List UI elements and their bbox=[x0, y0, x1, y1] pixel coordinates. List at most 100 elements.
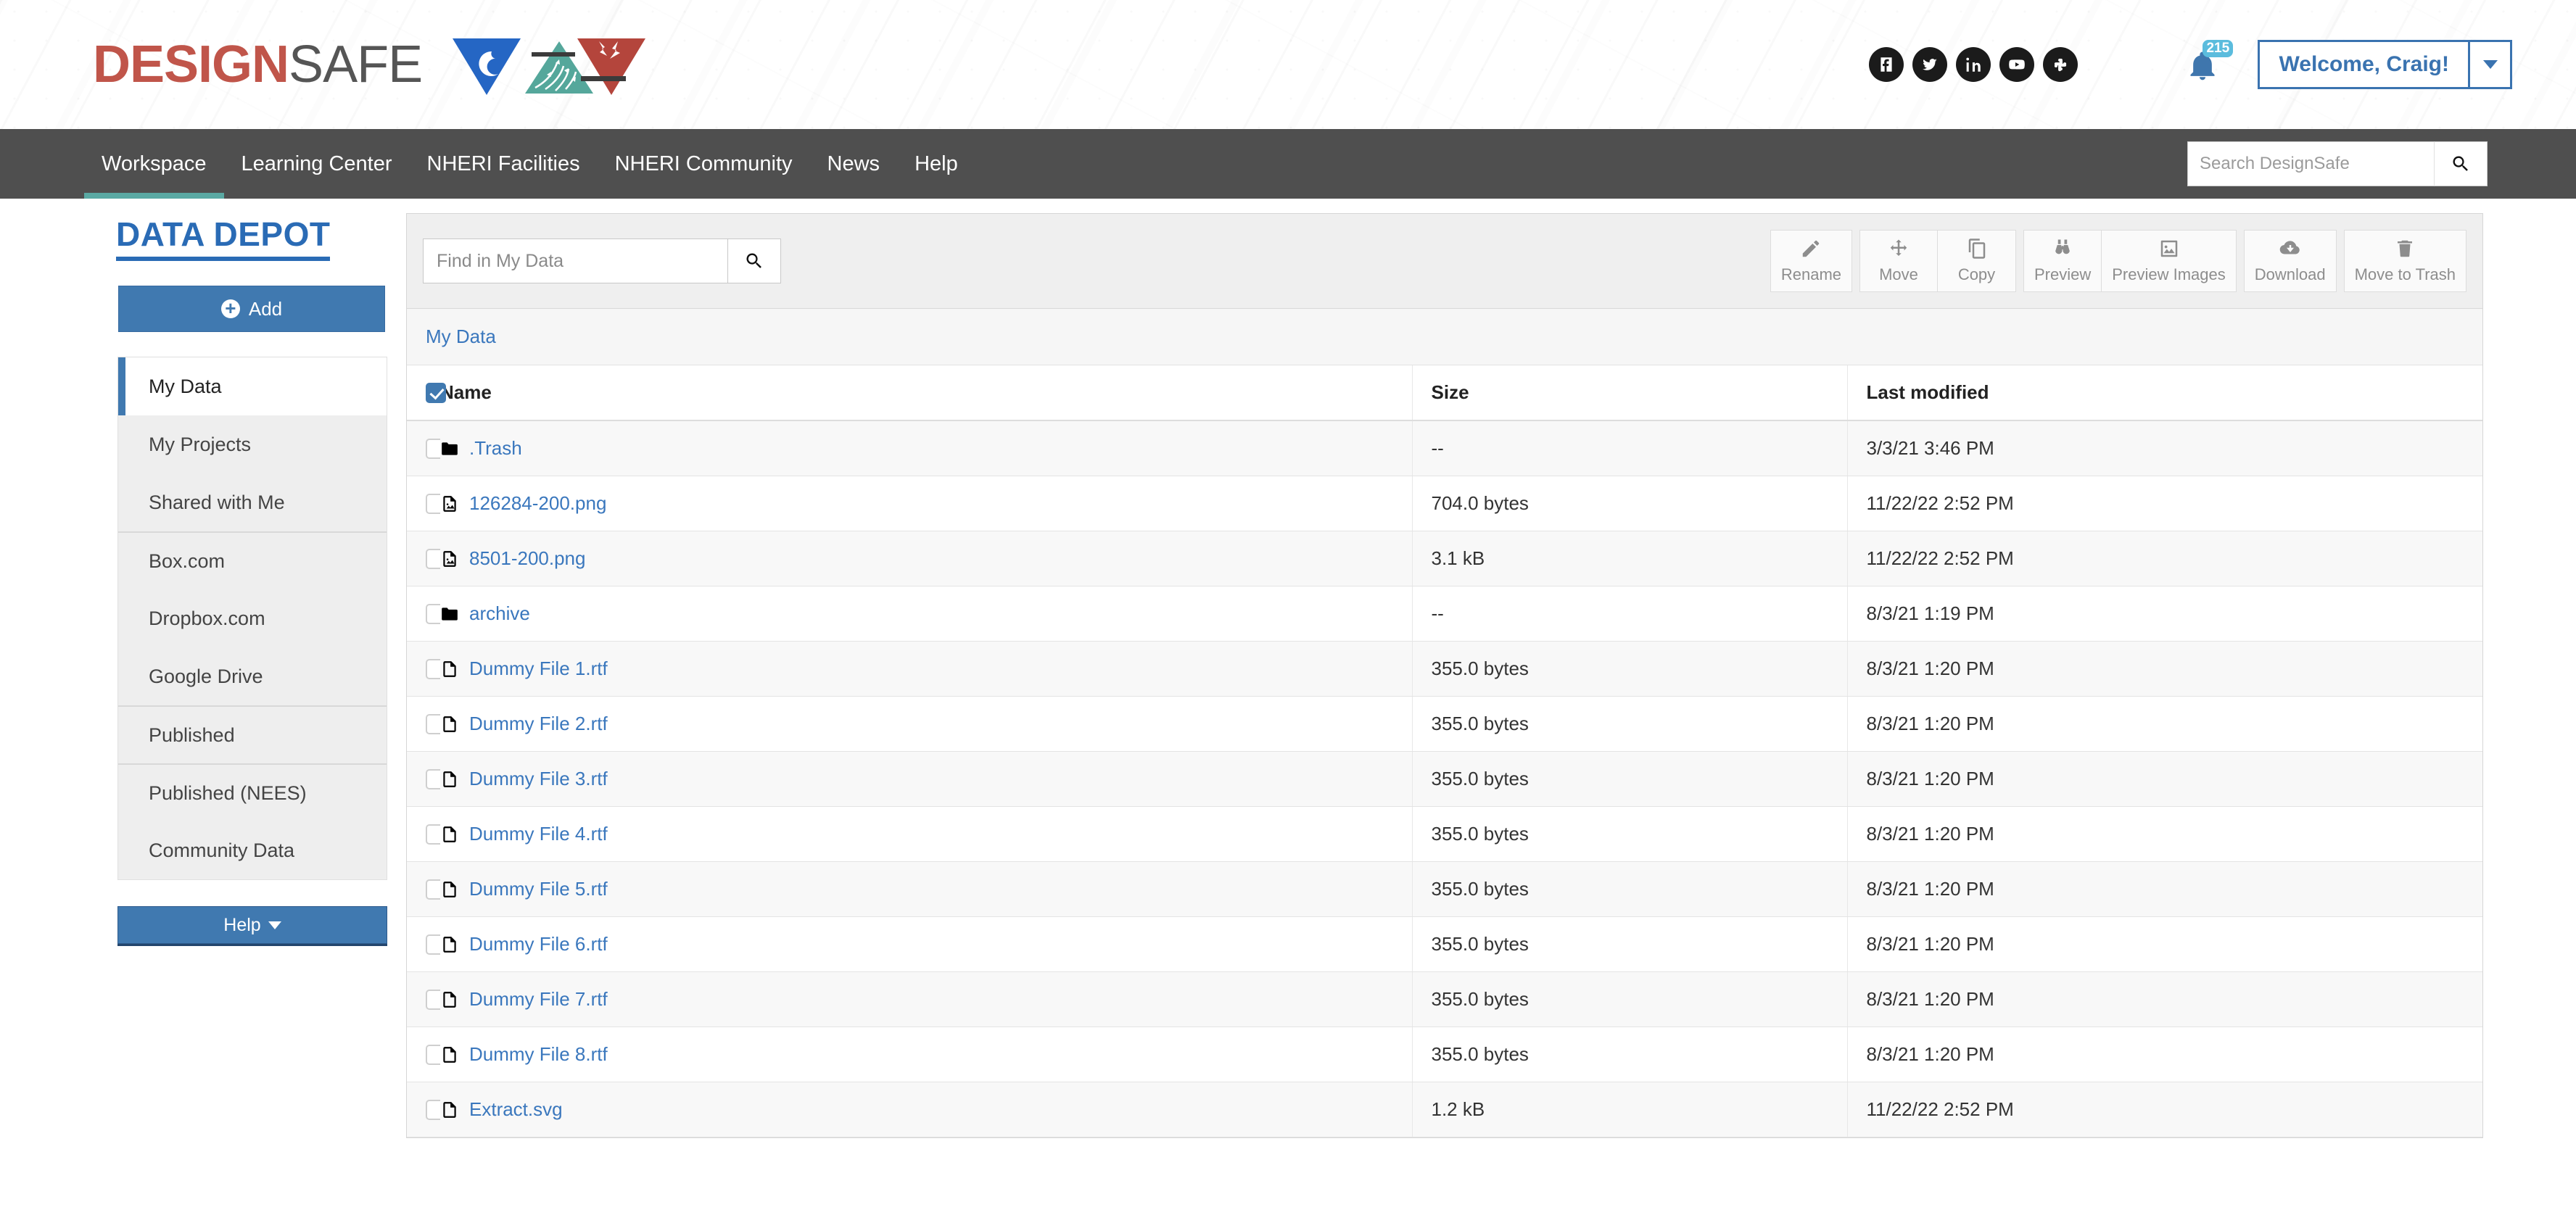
table-row[interactable]: .Trash -- 3/3/21 3:46 PM bbox=[407, 420, 2482, 476]
notifications-bell[interactable]: 215 bbox=[2187, 40, 2234, 85]
row-select-cell bbox=[407, 1027, 446, 1082]
column-header-size[interactable]: Size bbox=[1411, 365, 1847, 421]
add-button[interactable]: + Add bbox=[118, 286, 385, 332]
sidebar-item-label: Box.com bbox=[149, 550, 226, 572]
preview-button[interactable]: Preview bbox=[2023, 230, 2102, 292]
table-row[interactable]: archive -- 8/3/21 1:19 PM bbox=[407, 586, 2482, 642]
table-row[interactable]: Dummy File 8.rtf 355.0 bytes 8/3/21 1:20 P… bbox=[407, 1027, 2482, 1082]
file-name-link[interactable]: Dummy File 1.rtf bbox=[469, 658, 608, 680]
table-row[interactable]: Dummy File 1.rtf 355.0 bytes 8/3/21 1:20 P… bbox=[407, 641, 2482, 697]
nav-items: Workspace Learning Center NHERI Facilities… bbox=[84, 129, 975, 199]
cell-last-modified: 11/22/22 2:52 PM bbox=[1846, 531, 2482, 586]
cell-name: .Trash bbox=[440, 420, 1412, 476]
file-table: Name Size Last modified .Trash -- 3/3/21 3… bbox=[407, 365, 2482, 1137]
file-name-link[interactable]: archive bbox=[469, 602, 530, 625]
nav-item-news[interactable]: News bbox=[810, 129, 898, 199]
sidebar-item-label: Community Data bbox=[149, 839, 295, 861]
file-name-link[interactable]: 8501-200.png bbox=[469, 547, 585, 570]
logo-text-safe: SAFE bbox=[289, 36, 423, 94]
file-name-link[interactable]: Dummy File 5.rtf bbox=[469, 878, 608, 900]
row-select-cell bbox=[407, 531, 446, 586]
table-row[interactable]: Dummy File 7.rtf 355.0 bytes 8/3/21 1:20 P… bbox=[407, 971, 2482, 1027]
nav-item-nheri-facilities[interactable]: NHERI Facilities bbox=[410, 129, 598, 199]
pencil-icon bbox=[1800, 238, 1822, 260]
column-header-name[interactable]: Name bbox=[440, 365, 1412, 421]
row-select-cell bbox=[407, 1082, 446, 1137]
nav-item-help[interactable]: Help bbox=[897, 129, 975, 199]
table-row[interactable]: Dummy File 5.rtf 355.0 bytes 8/3/21 1:20 P… bbox=[407, 861, 2482, 917]
nav-item-learning-center[interactable]: Learning Center bbox=[224, 129, 410, 199]
download-button[interactable]: Download bbox=[2243, 230, 2337, 292]
file-name-link[interactable]: Dummy File 6.rtf bbox=[469, 933, 608, 955]
copy-files-icon bbox=[1966, 238, 1988, 260]
select-all-checkbox[interactable] bbox=[426, 382, 446, 403]
action-label: Preview Images bbox=[2112, 265, 2226, 283]
table-row[interactable]: Dummy File 3.rtf 355.0 bytes 8/3/21 1:20 P… bbox=[407, 751, 2482, 807]
linkedin-icon[interactable] bbox=[1956, 47, 1991, 82]
data-depot-sidebar: DATA DEPOT + Add My Data My Projects Share… bbox=[0, 199, 406, 1215]
table-row[interactable]: Dummy File 4.rtf 355.0 bytes 8/3/21 1:20 P… bbox=[407, 806, 2482, 862]
notification-count-badge: 215 bbox=[2203, 40, 2234, 57]
column-header-last-modified[interactable]: Last modified bbox=[1846, 365, 2482, 421]
sidebar-item-my-data[interactable]: My Data bbox=[118, 357, 387, 415]
slack-icon[interactable] bbox=[2043, 47, 2078, 82]
social-links bbox=[1869, 47, 2078, 82]
nav-item-workspace[interactable]: Workspace bbox=[84, 129, 224, 199]
cell-name: Dummy File 1.rtf bbox=[440, 641, 1412, 697]
row-select-cell bbox=[407, 420, 446, 476]
account-dropdown-toggle[interactable] bbox=[2468, 42, 2510, 87]
sidebar-item-published[interactable]: Published bbox=[118, 705, 387, 763]
sidebar-item-label: Published bbox=[149, 723, 235, 746]
move-button[interactable]: Move bbox=[1859, 230, 1938, 292]
designsafe-logo[interactable]: DESIGNSAFE bbox=[93, 31, 647, 98]
find-button[interactable] bbox=[727, 239, 781, 283]
table-row[interactable]: 8501-200.png 3.1 kB 11/22/22 2:52 PM bbox=[407, 531, 2482, 586]
site-search-input[interactable] bbox=[2187, 141, 2434, 186]
sidebar-item-dropbox-com[interactable]: Dropbox.com bbox=[118, 589, 387, 647]
rename-button[interactable]: Rename bbox=[1770, 230, 1852, 292]
sidebar-item-label: My Data bbox=[149, 375, 222, 397]
nheri-triangles-logo[interactable] bbox=[450, 31, 647, 98]
table-row[interactable]: 126284-200.png 704.0 bytes 11/22/22 2:52 P… bbox=[407, 476, 2482, 531]
file-name-link[interactable]: Dummy File 8.rtf bbox=[469, 1043, 608, 1066]
table-header-row: Name Size Last modified bbox=[407, 365, 2482, 421]
table-row[interactable]: Dummy File 2.rtf 355.0 bytes 8/3/21 1:20 P… bbox=[407, 696, 2482, 752]
preview-images-button[interactable]: Preview Images bbox=[2102, 230, 2237, 292]
brand-header: DESIGNSAFE 215 Welcome, Craig! bbox=[0, 0, 2576, 129]
file-name-link[interactable]: Dummy File 2.rtf bbox=[469, 713, 608, 735]
file-name-link[interactable]: Dummy File 3.rtf bbox=[469, 768, 608, 790]
sidebar-item-google-drive[interactable]: Google Drive bbox=[118, 647, 387, 705]
help-button[interactable]: Help bbox=[117, 906, 387, 944]
facebook-icon[interactable] bbox=[1869, 47, 1904, 82]
nav-item-nheri-community[interactable]: NHERI Community bbox=[598, 129, 810, 199]
document-file-icon bbox=[440, 768, 459, 790]
sidebar-item-my-projects[interactable]: My Projects bbox=[118, 415, 387, 473]
twitter-icon[interactable] bbox=[1912, 47, 1948, 82]
move-to-trash-button[interactable]: Move to Trash bbox=[2343, 230, 2466, 292]
sidebar-item-label: My Projects bbox=[149, 433, 252, 455]
table-row[interactable]: Extract.svg 1.2 kB 11/22/22 2:52 PM bbox=[407, 1082, 2482, 1137]
cell-name: 126284-200.png bbox=[440, 476, 1412, 531]
document-file-icon bbox=[440, 658, 459, 680]
youtube-icon[interactable] bbox=[1999, 47, 2035, 82]
sidebar-item-list: My Data My Projects Shared with Me Box.com D… bbox=[117, 357, 387, 880]
table-row[interactable]: Dummy File 6.rtf 355.0 bytes 8/3/21 1:20 P… bbox=[407, 916, 2482, 972]
file-name-link[interactable]: Dummy File 7.rtf bbox=[469, 988, 608, 1011]
site-search-button[interactable] bbox=[2434, 141, 2488, 186]
sidebar-item-community-data[interactable]: Community Data bbox=[118, 821, 387, 879]
sidebar-item-shared-with-me[interactable]: Shared with Me bbox=[118, 473, 387, 531]
breadcrumb-item-my-data[interactable]: My Data bbox=[426, 325, 496, 348]
welcome-button[interactable]: Welcome, Craig! bbox=[2260, 42, 2468, 87]
sidebar-item-published-nees[interactable]: Published (NEES) bbox=[118, 763, 387, 821]
file-name-link[interactable]: Dummy File 4.rtf bbox=[469, 823, 608, 845]
row-select-cell bbox=[407, 696, 446, 752]
sidebar-item-box-com[interactable]: Box.com bbox=[118, 531, 387, 589]
copy-button[interactable]: Copy bbox=[1938, 230, 2016, 292]
file-name-link[interactable]: .Trash bbox=[469, 437, 522, 460]
find-input[interactable] bbox=[423, 239, 727, 283]
row-select-cell bbox=[407, 586, 446, 642]
file-name-link[interactable]: 126284-200.png bbox=[469, 492, 606, 515]
cell-size: 355.0 bytes bbox=[1411, 641, 1847, 697]
file-name-link[interactable]: Extract.svg bbox=[469, 1098, 563, 1121]
action-label: Download bbox=[2254, 265, 2326, 283]
